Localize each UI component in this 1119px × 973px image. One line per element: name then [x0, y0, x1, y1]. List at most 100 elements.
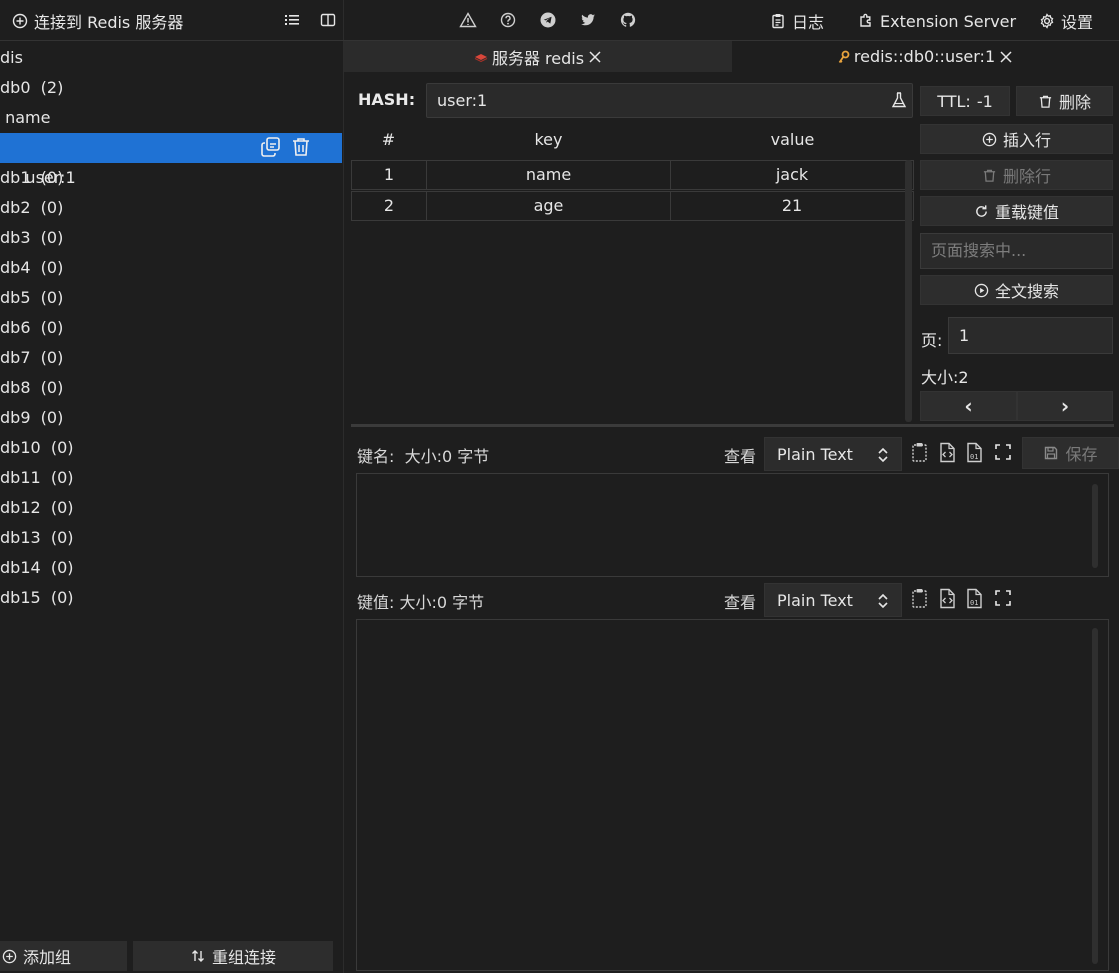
tab-key-user1[interactable]: redis::db0::user:1	[732, 41, 1119, 72]
delete-row-label: 删除行	[1002, 167, 1051, 186]
close-icon[interactable]	[999, 50, 1013, 64]
fullscreen-icon[interactable]	[994, 443, 1012, 461]
paste-icon[interactable]	[911, 588, 931, 610]
prev-page-button[interactable]: ‹	[920, 391, 1017, 421]
tab-server-redis[interactable]: 服务器 redis	[344, 41, 732, 72]
value-format-select[interactable]: Plain Text	[764, 583, 902, 617]
github-icon[interactable]	[620, 12, 636, 28]
tree-item-db12[interactable]: db12 (0)	[0, 493, 342, 523]
tree-item-server[interactable]: dis	[0, 43, 342, 73]
table-row[interactable]: 2 age 21	[351, 191, 914, 221]
flask-icon[interactable]	[890, 91, 908, 109]
key-editor[interactable]	[356, 473, 1109, 577]
tree-item-db11[interactable]: db11 (0)	[0, 463, 342, 493]
warning-icon[interactable]	[459, 12, 477, 28]
binary-file-icon[interactable]: 01	[964, 442, 984, 464]
key-format-value: Plain Text	[777, 444, 853, 464]
column-header-value[interactable]: value	[671, 124, 914, 156]
clipboard-icon	[770, 13, 786, 29]
key-name-input[interactable]: user:1	[426, 83, 913, 118]
tree-item-db9[interactable]: db9 (0)	[0, 403, 342, 433]
tree-item-label: db1 (0)	[0, 168, 64, 187]
svg-text:01: 01	[970, 599, 978, 607]
table-scrollbar[interactable]	[905, 160, 912, 422]
help-icon[interactable]	[500, 12, 516, 28]
copy-key-icon[interactable]	[260, 136, 282, 158]
tree-item-key-name[interactable]: name	[0, 103, 342, 133]
table-cell-value: 21	[670, 191, 914, 221]
panel-splitter[interactable]	[351, 424, 1114, 427]
save-icon	[1043, 445, 1059, 461]
key-editor-scrollbar[interactable]	[1092, 484, 1098, 568]
ttl-button[interactable]: TTL: -1	[920, 86, 1010, 116]
tree-item-db0[interactable]: db0 (2)	[0, 73, 342, 103]
key-type-label: HASH:	[358, 90, 416, 109]
tree-item-db5[interactable]: db5 (0)	[0, 283, 342, 313]
save-key-button[interactable]: 保存	[1022, 437, 1119, 469]
settings-button[interactable]: 设置	[1039, 9, 1093, 33]
page-search-placeholder: 页面搜索中...	[931, 241, 1027, 260]
delete-key-button[interactable]: 删除	[1016, 86, 1113, 116]
key-view-label: 查看	[724, 447, 757, 466]
extension-icon	[858, 13, 874, 29]
extension-server-button[interactable]: Extension Server	[858, 9, 1016, 33]
tree-item-label: db0 (2)	[0, 78, 64, 97]
trash-icon	[982, 168, 997, 183]
tree-item-db8[interactable]: db8 (0)	[0, 373, 342, 403]
code-file-icon[interactable]	[937, 588, 957, 610]
trash-icon[interactable]	[290, 136, 312, 158]
log-button[interactable]: 日志	[770, 9, 824, 33]
tree-item-db2[interactable]: db2 (0)	[0, 193, 342, 223]
table-row[interactable]: 1 name jack	[351, 160, 914, 190]
column-header-key[interactable]: key	[427, 124, 670, 156]
add-group-label: 添加组	[23, 948, 72, 967]
paste-icon[interactable]	[911, 442, 931, 464]
delete-row-button[interactable]: 删除行	[920, 160, 1113, 190]
tree-item-key-user1[interactable]: user:1	[0, 133, 342, 187]
size-value: 2	[958, 368, 969, 387]
reload-key-label: 重载键值	[994, 203, 1059, 222]
tree-item-db4[interactable]: db4 (0)	[0, 253, 342, 283]
add-group-button[interactable]: 添加组	[0, 941, 127, 971]
next-page-button[interactable]: ›	[1017, 391, 1113, 421]
table-cell-key: name	[426, 160, 671, 190]
column-header-index[interactable]: #	[351, 124, 426, 156]
sort-arrows-icon	[190, 948, 206, 964]
fullscreen-icon[interactable]	[994, 589, 1012, 607]
regroup-connections-button[interactable]: 重组连接	[133, 941, 333, 971]
tree-item-db6[interactable]: db6 (0)	[0, 313, 342, 343]
sidebar: 连接到 Redis 服务器 dis db0 (2) name user:1 db…	[0, 0, 344, 973]
tree-item-db1[interactable]: db1 (0)	[0, 163, 342, 193]
tree-item-label: db8 (0)	[0, 378, 64, 397]
gear-icon	[1039, 13, 1055, 29]
page-search-input[interactable]: 页面搜索中...	[920, 233, 1113, 269]
list-icon[interactable]	[284, 12, 300, 28]
table-cell-key: age	[426, 191, 671, 221]
tree-item-db14[interactable]: db14 (0)	[0, 553, 342, 583]
telegram-icon[interactable]	[540, 12, 556, 28]
value-editor[interactable]	[356, 619, 1109, 971]
connect-server-button[interactable]: 连接到 Redis 服务器	[12, 9, 183, 33]
value-editor-scrollbar[interactable]	[1092, 628, 1098, 964]
binary-file-icon[interactable]: 01	[964, 588, 984, 610]
key-format-select[interactable]: Plain Text	[764, 437, 902, 471]
twitter-icon[interactable]	[580, 12, 596, 28]
tree-item-db13[interactable]: db13 (0)	[0, 523, 342, 553]
close-icon[interactable]	[588, 50, 602, 64]
split-view-icon[interactable]	[320, 12, 336, 28]
table-cell-index: 2	[351, 191, 427, 221]
size-label-text: 大小:	[921, 368, 959, 387]
log-label: 日志	[792, 13, 825, 32]
fulltext-search-button[interactable]: 全文搜索	[920, 275, 1113, 305]
reload-key-button[interactable]: 重载键值	[920, 196, 1113, 226]
tree-item-db10[interactable]: db10 (0)	[0, 433, 342, 463]
code-file-icon[interactable]	[937, 442, 957, 464]
tree-item-label: db3 (0)	[0, 228, 64, 247]
chevron-updown-icon	[877, 446, 889, 464]
tree-item-db3[interactable]: db3 (0)	[0, 223, 342, 253]
tree-item-db7[interactable]: db7 (0)	[0, 343, 342, 373]
page-number-input[interactable]: 1	[948, 317, 1113, 354]
fulltext-search-label: 全文搜索	[994, 282, 1059, 301]
insert-row-button[interactable]: 插入行	[920, 124, 1113, 154]
tree-item-db15[interactable]: db15 (0)	[0, 583, 342, 613]
